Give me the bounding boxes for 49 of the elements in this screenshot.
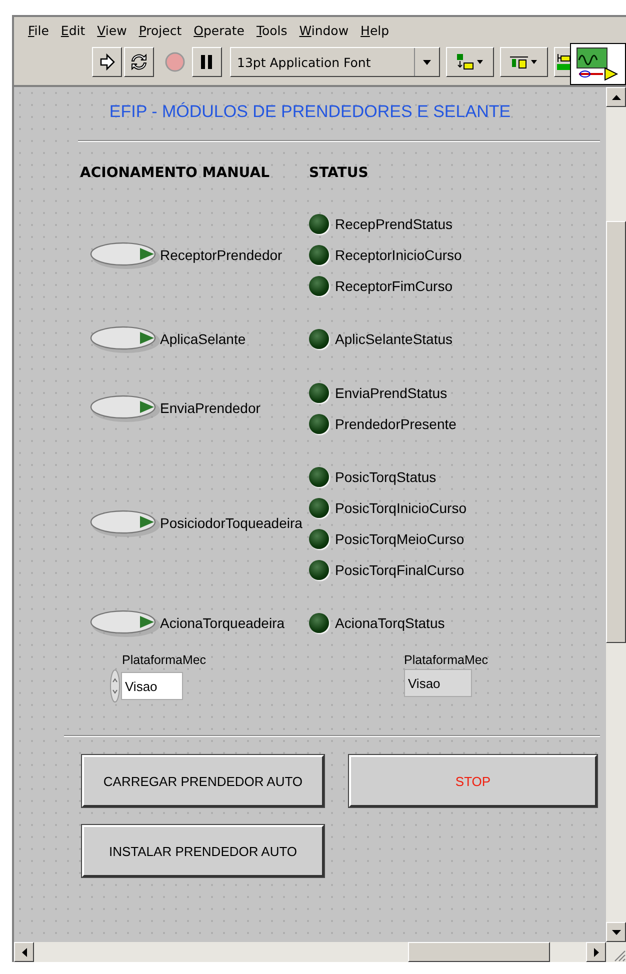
menu-item[interactable]: Tools	[250, 22, 294, 38]
led-label: PosicTorqFinalCurso	[335, 562, 464, 578]
caret-icon[interactable]	[423, 60, 431, 64]
enum-field[interactable]: Visao	[121, 672, 183, 700]
resize-icon[interactable]	[554, 47, 570, 77]
led-label: PosicTorqStatus	[335, 468, 436, 484]
led-label: ReceptorFimCurso	[335, 278, 452, 294]
led-label: RecepPrendStatus	[335, 216, 453, 232]
pause-icon[interactable]	[192, 47, 222, 77]
scroll-up-icon[interactable]	[606, 87, 626, 107]
led-label: AcionaTorqStatus	[335, 614, 445, 630]
action-button[interactable]: INSTALAR PRENDEDOR AUTO	[82, 825, 324, 877]
switch-label: PosiciodorToqueadeira	[160, 515, 302, 531]
switch-label: EnviaPrendedor	[160, 400, 260, 416]
menu-item[interactable]: Operate	[188, 22, 250, 38]
led-label: AplicSelanteStatus	[335, 330, 453, 346]
switch-label: AplicaSelante	[160, 331, 246, 347]
menu-item[interactable]: Project	[132, 22, 188, 38]
vi-icon	[570, 43, 626, 85]
action-button[interactable]: CARREGAR PRENDEDOR AUTO	[82, 755, 324, 807]
led-label: ReceptorInicioCurso	[335, 246, 462, 262]
scroll-down-icon[interactable]	[606, 922, 626, 942]
switch-label: ReceptorPrendedor	[160, 246, 282, 262]
led-label: EnviaPrendStatus	[335, 384, 448, 400]
horizontal-scrollbar[interactable]	[14, 942, 626, 962]
panel-title: EFIP - MÓDULOS DE PRENDEDORES E SELANTE	[108, 101, 512, 123]
font-dropdown[interactable]: 13pt Application Font	[230, 47, 440, 77]
led-label: PosicTorqMeioCurso	[335, 530, 464, 546]
menu-item[interactable]: View	[91, 22, 133, 38]
spinner-icon[interactable]	[110, 669, 120, 703]
led-label: PosicTorqInicioCurso	[335, 500, 466, 516]
run-continuously-icon[interactable]	[124, 47, 154, 77]
menu-item[interactable]: File	[22, 22, 55, 38]
switch-label: AcionaTorqueadeira	[160, 615, 285, 631]
size-grip-icon[interactable]	[612, 948, 626, 962]
led-label: PrendedorPresente	[335, 416, 456, 432]
section-heading: STATUS	[309, 165, 368, 181]
enum-indicator: Visao	[404, 669, 472, 697]
vertical-scrollbar[interactable]	[606, 87, 626, 942]
section-heading: ACIONAMENTO MANUAL	[80, 165, 270, 181]
menu-item[interactable]: Help	[354, 22, 396, 38]
menu-item[interactable]: Edit	[54, 22, 92, 38]
enum-label: PlataformaMec	[122, 653, 208, 667]
distribute-icon[interactable]	[500, 47, 548, 77]
scroll-left-icon[interactable]	[14, 942, 34, 962]
menu-item[interactable]: Window	[293, 22, 355, 38]
enum-label: PlataformaMec	[404, 653, 490, 667]
align-icon[interactable]	[446, 47, 494, 77]
scroll-right-icon[interactable]	[586, 942, 606, 962]
